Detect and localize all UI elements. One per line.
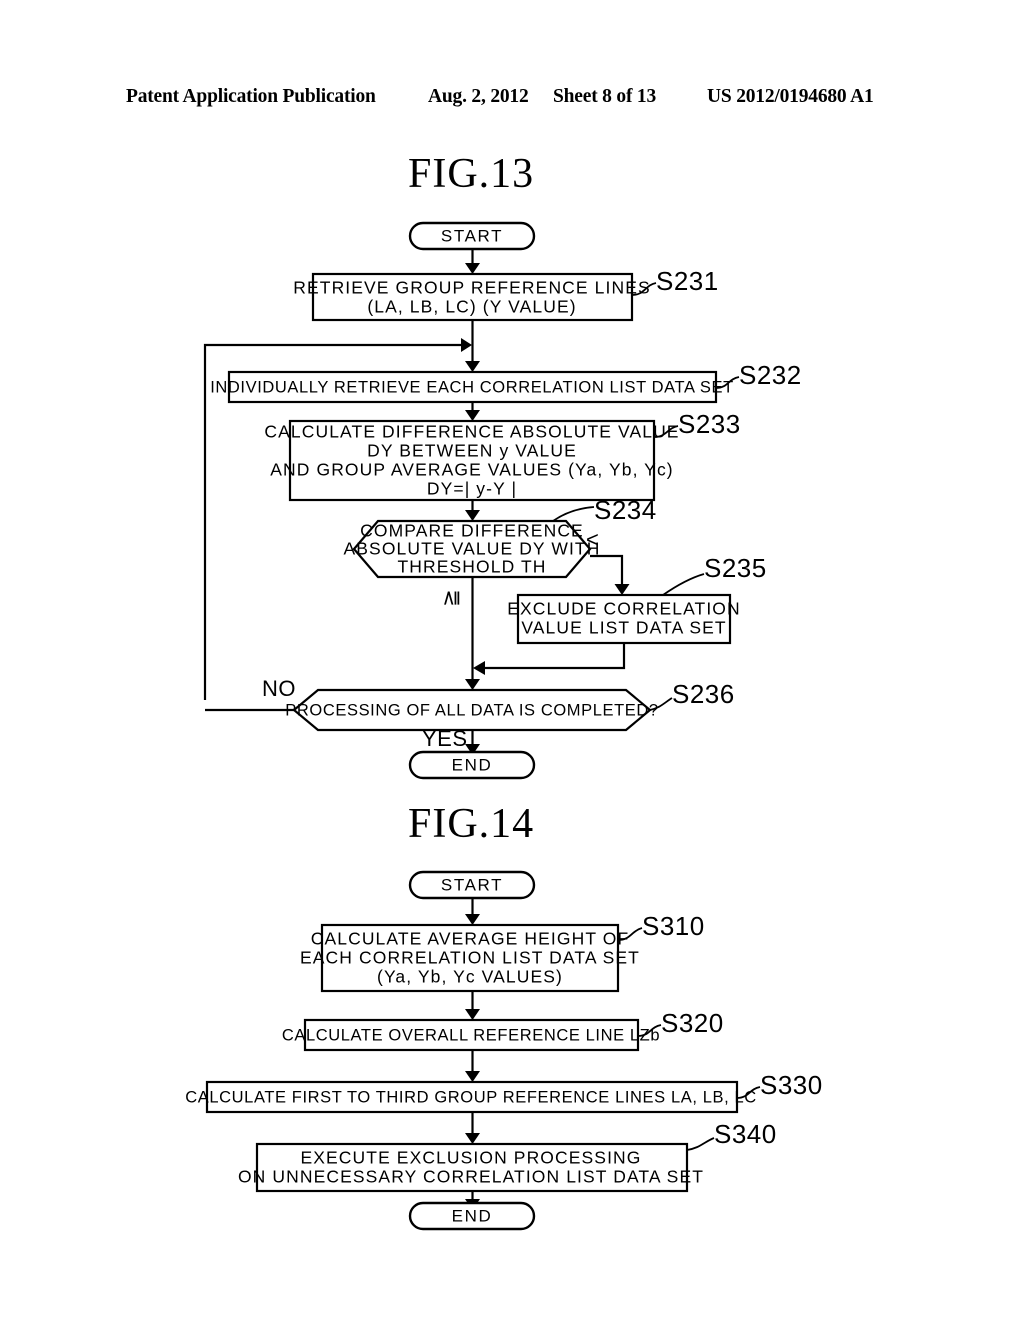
figure-13-title: FIG.13 — [408, 151, 535, 197]
fig14-step-s330-line1: CALCULATE FIRST TO THIRD GROUP REFERENCE… — [185, 1088, 757, 1106]
fig13-branch-label-greater-equal: ≧ — [440, 589, 463, 607]
header-date-label: Aug. 2, 2012 — [428, 86, 529, 107]
fig13-leader-s235 — [662, 573, 705, 596]
header-publication-number: US 2012/0194680 A1 — [707, 86, 874, 107]
fig13-step-s233-line4: DY=| y-Y | — [427, 479, 517, 499]
fig13-step-s233-line3: AND GROUP AVERAGE VALUES (Ya, Yb, Yc) — [270, 460, 673, 480]
fig13-ref-s232: S232 — [739, 360, 802, 390]
page-header: Patent Application Publication Aug. 2, 2… — [0, 86, 1024, 116]
fig14-ref-s310: S310 — [642, 911, 705, 941]
fig14-step-s340-line1: EXECUTE EXCLUSION PROCESSING — [300, 1148, 641, 1168]
fig14-arrow-s320-to-s330 — [465, 1071, 480, 1082]
fig13-decision-s234-line3: THRESHOLD TH — [397, 557, 546, 577]
fig13-step-s235-line2: VALUE LIST DATA SET — [521, 618, 726, 638]
header-publication-label: Patent Application Publication — [126, 86, 376, 107]
fig13-arrow-to-s236 — [465, 679, 480, 690]
fig13-step-s233-line1: CALCULATE DIFFERENCE ABSOLUTE VALUE — [264, 422, 679, 442]
fig14-arrow-s330-to-s340 — [465, 1133, 480, 1144]
fig13-step-s232-line1: INDIVIDUALLY RETRIEVE EACH CORRELATION L… — [210, 378, 734, 396]
fig13-decision-s234-line2: ABSOLUTE VALUE DY WITH — [344, 539, 601, 559]
fig13-arrow-s234-to-s235 — [614, 584, 630, 595]
fig13-connector-s234-to-s235 — [590, 554, 624, 585]
fig13-ref-s231: S231 — [656, 266, 719, 296]
fig14-step-s310-line2: EACH CORRELATION LIST DATA SET — [300, 948, 640, 968]
figure-13-flowchart: START RETRIEVE GROUP REFERENCE LINES (LA… — [203, 221, 802, 780]
fig13-loop-arrow-no — [461, 338, 472, 352]
fig13-leader-s234 — [552, 506, 595, 522]
header-sheet-label: Sheet 8 of 13 — [553, 86, 657, 107]
fig13-ref-s233: S233 — [678, 409, 741, 439]
figure-14-flowchart: START CALCULATE AVERAGE HEIGHT OF EACH C… — [185, 870, 823, 1231]
fig14-ref-s340: S340 — [714, 1119, 777, 1149]
fig13-decision-s236-line1: PROCESSING OF ALL DATA IS COMPLETED? — [285, 701, 658, 719]
fig14-ref-s330: S330 — [760, 1070, 823, 1100]
fig14-arrow-s310-to-s320 — [465, 1009, 480, 1020]
fig13-end-label: END — [452, 755, 493, 774]
fig14-step-s310-line1: CALCULATE AVERAGE HEIGHT OF — [311, 929, 630, 949]
fig13-branch-label-yes: YES — [422, 726, 468, 751]
fig13-ref-s236: S236 — [672, 679, 735, 709]
fig14-start-label: START — [441, 875, 503, 894]
figure-14-title: FIG.14 — [408, 801, 535, 847]
fig13-step-s231-line2: (LA, LB, LC) (Y VALUE) — [367, 297, 576, 317]
fig14-ref-s320: S320 — [661, 1008, 724, 1038]
fig13-arrow-s235-merge — [473, 661, 485, 675]
fig14-step-s320-line1: CALCULATE OVERALL REFERENCE LINE LZb — [282, 1026, 660, 1044]
fig13-connector-s235-merge — [484, 643, 626, 670]
fig14-leader-s340 — [686, 1137, 715, 1151]
fig13-ref-s234: S234 — [594, 495, 657, 525]
fig13-arrow-start-to-s231 — [465, 263, 480, 274]
fig14-arrow-start-to-s310 — [465, 914, 480, 925]
fig13-branch-label-no: NO — [262, 676, 296, 701]
fig14-step-s340-line2: ON UNNECESSARY CORRELATION LIST DATA SET — [238, 1167, 704, 1187]
fig13-branch-label-less-than: < — [586, 527, 599, 552]
fig14-step-s310-line3: (Ya, Yb, Yc VALUES) — [377, 967, 563, 987]
fig13-arrow-s232-to-s233 — [465, 410, 480, 421]
fig14-end-label: END — [452, 1206, 493, 1225]
fig13-ref-s235: S235 — [704, 553, 767, 583]
fig13-step-s235-line1: EXCLUDE CORRELATION — [507, 599, 741, 619]
fig13-step-s233-line2: DY BETWEEN y VALUE — [367, 441, 577, 461]
fig13-arrow-s233-to-s234 — [465, 510, 480, 521]
fig13-decision-s234-line1: COMPARE DIFFERENCE — [360, 521, 584, 541]
fig13-arrow-s231-to-s232 — [465, 361, 480, 372]
fig13-start-label: START — [441, 226, 503, 245]
fig13-step-s231-line1: RETRIEVE GROUP REFERENCE LINES — [293, 278, 650, 298]
